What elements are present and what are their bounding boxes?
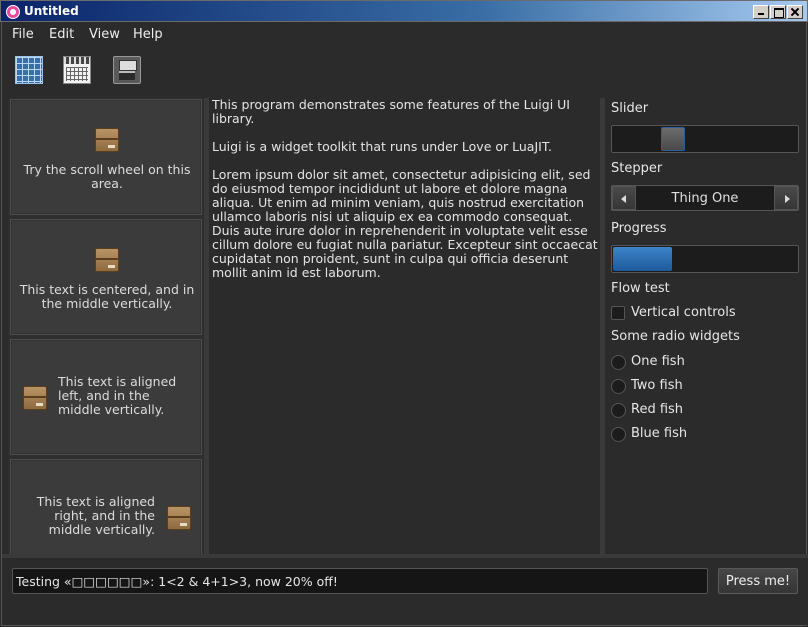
calendar-icon[interactable] xyxy=(63,56,91,84)
card-scroll[interactable]: Try the scroll wheel on this area. xyxy=(10,99,202,215)
radio-group-label: Some radio widgets xyxy=(611,329,740,344)
text-input[interactable] xyxy=(12,568,708,594)
close-button[interactable] xyxy=(787,5,803,19)
checkbox[interactable] xyxy=(611,306,625,320)
card-text: Try the scroll wheel on this area. xyxy=(23,162,191,191)
stepper-value: Thing One xyxy=(671,191,739,206)
footer-bar: Press me! xyxy=(2,554,808,625)
slider[interactable] xyxy=(611,125,799,153)
love-app-icon xyxy=(6,5,20,19)
menu-edit[interactable]: Edit xyxy=(49,27,74,42)
paragraph: This program demonstrates some features … xyxy=(212,97,570,126)
stepper-prev-button[interactable] xyxy=(612,186,636,210)
menu-help[interactable]: Help xyxy=(133,27,163,42)
controls-panel: Slider Stepper Thing One Progress Flow t… xyxy=(605,98,805,554)
card-text: This text is centered, and in the middle… xyxy=(19,282,195,311)
card-right[interactable]: This text is aligned right, and in the m… xyxy=(10,459,202,554)
radio-button[interactable] xyxy=(611,379,626,394)
package-icon xyxy=(95,128,119,152)
radio-blue-fish[interactable]: Blue fish xyxy=(611,425,731,443)
package-icon xyxy=(95,248,119,272)
stepper-label: Stepper xyxy=(611,161,663,176)
radio-label: Blue fish xyxy=(631,426,688,441)
radio-red-fish[interactable]: Red fish xyxy=(611,401,731,419)
chevron-left-icon xyxy=(621,195,626,203)
maximize-button[interactable] xyxy=(770,5,786,19)
title-bar: Untitled xyxy=(0,0,808,22)
press-me-button[interactable]: Press me! xyxy=(718,568,798,594)
paragraph: Luigi is a widget toolkit that runs unde… xyxy=(212,139,552,154)
radio-label: Red fish xyxy=(631,402,684,417)
grid-icon[interactable] xyxy=(15,56,43,84)
card-left[interactable]: This text is aligned left, and in the mi… xyxy=(10,339,202,455)
window-body: File Edit View Help Try the scroll wheel… xyxy=(1,22,808,626)
card-centered[interactable]: This text is centered, and in the middle… xyxy=(10,219,202,335)
radio-one-fish[interactable]: One fish xyxy=(611,353,731,371)
stepper-next-button[interactable] xyxy=(774,186,798,210)
stepper[interactable]: Thing One xyxy=(611,185,799,211)
package-icon xyxy=(167,506,191,530)
menu-view[interactable]: View xyxy=(89,27,120,42)
progress-label: Progress xyxy=(611,221,667,236)
scroll-area[interactable]: Try the scroll wheel on this area. This … xyxy=(8,98,204,554)
package-icon xyxy=(23,386,47,410)
progress-bar xyxy=(611,245,799,273)
text-panel: This program demonstrates some features … xyxy=(210,98,600,554)
splitter-left[interactable] xyxy=(204,98,209,554)
flow-test-label: Flow test xyxy=(611,281,670,296)
radio-button[interactable] xyxy=(611,403,626,418)
radio-two-fish[interactable]: Two fish xyxy=(611,377,731,395)
slider-thumb[interactable] xyxy=(661,127,685,151)
vertical-controls-checkbox[interactable]: Vertical controls xyxy=(611,304,791,322)
radio-button[interactable] xyxy=(611,427,626,442)
radio-label: Two fish xyxy=(631,378,683,393)
chevron-right-icon xyxy=(785,195,790,203)
paragraph: Lorem ipsum dolor sit amet, consectetur … xyxy=(212,167,598,280)
radio-button[interactable] xyxy=(611,355,626,370)
window-title: Untitled xyxy=(24,4,79,18)
disk-icon[interactable] xyxy=(113,56,141,84)
slider-label: Slider xyxy=(611,101,649,116)
radio-label: One fish xyxy=(631,354,685,369)
minimize-button[interactable] xyxy=(753,5,769,19)
card-text: This text is aligned left, and in the mi… xyxy=(58,374,177,417)
card-text: This text is aligned right, and in the m… xyxy=(36,494,155,537)
menu-bar: File Edit View Help xyxy=(2,22,806,46)
checkbox-label: Vertical controls xyxy=(631,305,736,320)
menu-file[interactable]: File xyxy=(12,27,34,42)
progress-fill xyxy=(613,247,672,271)
